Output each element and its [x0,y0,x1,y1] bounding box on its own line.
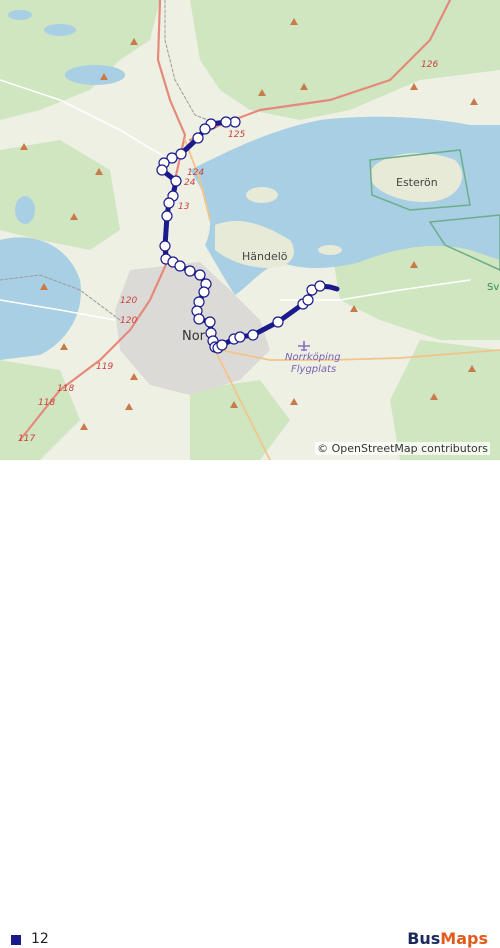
road-shield-126: 126 [421,60,439,70]
road-shield-24: 24 [184,178,196,188]
lake-north-1 [65,65,125,85]
brand-part1: Bus [407,929,441,948]
lake-west-2 [15,196,35,224]
road-shield-13: 13 [178,202,190,212]
place-label-handelo: Händelö [242,250,288,263]
place-label-airport-2: Flygplats [291,364,337,375]
route-color-swatch [11,935,21,945]
road-shield-120-a: 120 [120,296,138,306]
airport-icon [298,341,310,351]
road-shield-119: 119 [96,362,114,372]
road-shield-124: 124 [187,168,205,178]
bus-stop-marker[interactable] [302,294,314,306]
bus-stop-marker[interactable] [161,210,173,222]
bus-stop-marker[interactable] [174,260,186,272]
road-shield-125: 125 [228,130,246,140]
bus-stop-marker[interactable] [194,269,206,281]
place-label-esteron: Esterön [396,176,438,189]
bus-stop-marker[interactable] [170,175,182,187]
bus-stop-marker[interactable] [204,316,216,328]
bus-stop-marker[interactable] [156,164,168,176]
road-shield-118-a: 118 [57,384,75,394]
bus-stop-marker[interactable] [216,339,228,351]
place-label-sv: Sv [487,282,500,293]
legend-bar: 12 BusMaps [0,460,500,948]
road-shield-118-b: 118 [38,398,56,408]
lake-north-2 [44,24,76,36]
lake-west [0,237,81,360]
brand-part2: Maps [440,929,488,948]
bus-stop-marker[interactable] [198,286,210,298]
map-attribution[interactable]: © OpenStreetMap contributors [315,442,490,455]
road-shield-117: 117 [18,434,36,444]
bus-stop-marker[interactable] [234,331,246,343]
bus-stop-marker[interactable] [199,123,211,135]
busmaps-logo[interactable]: BusMaps [407,929,488,948]
bus-stop-marker[interactable] [193,296,205,308]
bus-stop-marker[interactable] [272,316,284,328]
map-canvas[interactable]: Esterön Händelö Nor Norrköping Flygplats… [0,0,500,460]
route-label: 12 [31,931,49,947]
islet-2 [246,187,278,203]
bus-stop-marker[interactable] [220,116,232,128]
bus-stop-marker[interactable] [192,132,204,144]
place-label-airport-1: Norrköping [285,352,341,363]
bus-stop-marker[interactable] [159,240,171,252]
bus-stop-marker[interactable] [193,313,205,325]
bus-stop-marker[interactable] [184,265,196,277]
bus-stop-marker[interactable] [163,197,175,209]
lake-north-3 [8,10,32,20]
road-shield-120-b: 120 [120,316,138,326]
place-label-norrkoping: Nor [182,329,206,344]
bus-stop-marker[interactable] [247,329,259,341]
islet-1 [318,245,342,255]
bus-stop-marker[interactable] [314,280,326,292]
